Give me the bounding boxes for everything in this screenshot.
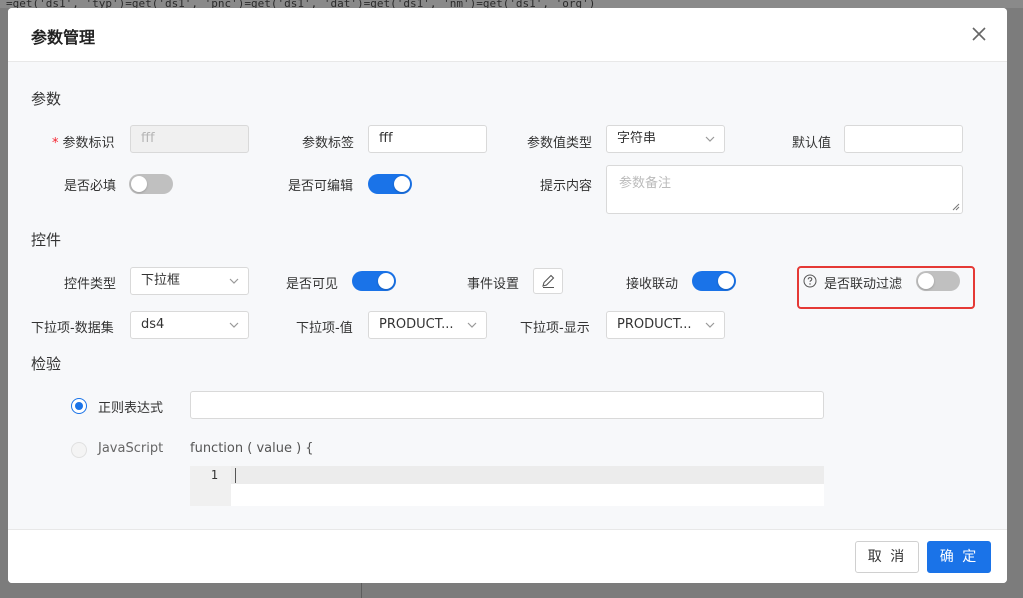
param-tag-input[interactable]: fff (368, 125, 487, 153)
event-settings-button[interactable] (533, 268, 563, 294)
chevron-down-icon (229, 322, 239, 328)
ok-button[interactable]: 确 定 (927, 541, 991, 573)
linkage-filter-label: 是否联动过滤 (824, 277, 903, 292)
control-type-label: 控件类型 (64, 277, 117, 292)
hint-label: 提示内容 (540, 179, 593, 194)
dropdown-value-text: PRODUCT... (379, 317, 454, 332)
event-settings-label: 事件设置 (467, 277, 520, 292)
help-icon[interactable] (803, 274, 817, 288)
regex-radio-label: 正则表达式 (98, 401, 164, 416)
dropdown-dataset-select[interactable]: ds4 (130, 311, 249, 339)
dropdown-dataset-value: ds4 (141, 317, 165, 332)
linkage-filter-switch[interactable] (916, 271, 960, 291)
control-type-select[interactable]: 下拉框 (130, 267, 249, 295)
hint-textarea[interactable]: 参数备注 (606, 165, 963, 214)
editable-label: 是否可编辑 (288, 179, 354, 194)
line-number: 1 (210, 468, 218, 482)
dropdown-value-select[interactable]: PRODUCT... (368, 311, 487, 339)
required-mark: * (52, 136, 59, 151)
regex-radio[interactable] (71, 398, 87, 414)
function-signature: function ( value ) { (190, 441, 314, 456)
editor-active-line (231, 466, 824, 484)
dropdown-dataset-label: 下拉项-数据集 (31, 321, 114, 336)
chevron-down-icon (229, 278, 239, 284)
param-type-value: 字符串 (617, 131, 657, 146)
receive-linkage-label: 接收联动 (626, 277, 679, 292)
background-code-snippet: =get('ds1', 'typ')=get('ds1', 'pnc')=get… (0, 0, 1023, 8)
dialog-header: 参数管理 (8, 8, 1007, 62)
editable-switch[interactable] (368, 174, 412, 194)
background-divider (361, 583, 362, 598)
dropdown-display-text: PRODUCT... (617, 317, 692, 332)
param-management-dialog: 参数管理 参数 * 参数标识 fff 参数标签 fff 参数值类型 字符串 默认值… (8, 8, 1007, 583)
required-label: 是否必填 (64, 179, 117, 194)
param-type-select[interactable]: 字符串 (606, 125, 725, 153)
default-value-label: 默认值 (792, 136, 832, 151)
section-validation-title: 检验 (31, 355, 62, 373)
param-type-label: 参数值类型 (527, 136, 593, 151)
dropdown-value-label: 下拉项-值 (296, 321, 353, 336)
code-editor[interactable]: 1 (190, 466, 824, 506)
regex-input[interactable] (190, 391, 824, 419)
close-icon[interactable] (969, 24, 989, 44)
param-id-label: * 参数标识 (52, 136, 115, 151)
cancel-button[interactable]: 取 消 (855, 541, 919, 573)
resize-grip-icon[interactable] (952, 203, 960, 211)
required-switch[interactable] (129, 174, 173, 194)
javascript-radio[interactable] (71, 442, 87, 458)
chevron-down-icon (467, 322, 477, 328)
param-id-input[interactable]: fff (130, 125, 249, 153)
visible-switch[interactable] (352, 271, 396, 291)
control-type-value: 下拉框 (141, 273, 181, 288)
section-params-title: 参数 (31, 90, 62, 108)
text-cursor (235, 468, 236, 483)
section-controls-title: 控件 (31, 231, 62, 249)
visible-label: 是否可见 (286, 277, 339, 292)
hint-placeholder: 参数备注 (619, 176, 672, 191)
chevron-down-icon (705, 322, 715, 328)
dropdown-display-select[interactable]: PRODUCT... (606, 311, 725, 339)
dialog-title: 参数管理 (31, 28, 96, 47)
dropdown-display-label: 下拉项-显示 (520, 321, 590, 336)
receive-linkage-switch[interactable] (692, 271, 736, 291)
edit-icon (542, 274, 555, 289)
param-tag-label: 参数标签 (302, 136, 355, 151)
javascript-radio-label: JavaScript (98, 441, 164, 456)
default-value-input[interactable] (844, 125, 963, 153)
chevron-down-icon (705, 136, 715, 142)
